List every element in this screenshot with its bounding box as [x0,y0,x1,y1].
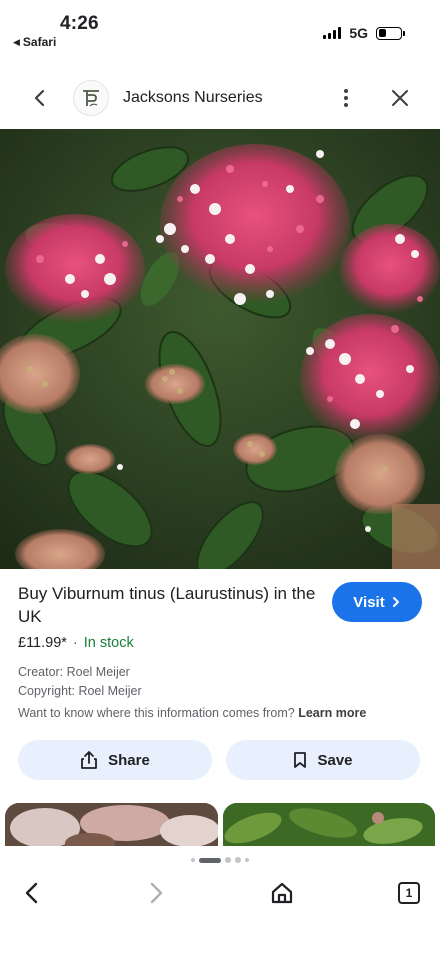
status-bar: 4:26 ◀ Safari 5G [0,0,440,56]
related-image-thumbnail[interactable] [5,803,218,846]
back-to-app[interactable]: ◀ Safari [13,35,56,49]
cellular-signal-icon [323,27,342,39]
price-row: £11.99* · In stock [18,635,134,651]
pager-dot [245,858,249,862]
more-vert-icon[interactable] [334,86,358,110]
share-icon [81,751,98,769]
tabs-button[interactable]: 1 [395,879,423,907]
pager-dot-active [199,857,221,863]
visit-button[interactable]: Visit [332,582,422,622]
chevron-left-icon[interactable] [28,86,52,110]
share-button[interactable]: Share [18,740,212,780]
pager-dot [235,857,241,863]
result-header: Jacksons Nurseries [0,74,440,124]
site-logo[interactable] [73,80,109,116]
browser-toolbar: 1 [0,872,440,914]
home-button[interactable] [268,879,296,907]
site-name[interactable]: Jacksons Nurseries [123,89,263,107]
home-icon [271,882,293,904]
bookmark-icon [294,752,307,768]
result-title[interactable]: Buy Viburnum tinus (Laurustinus) in the … [18,582,323,628]
site-logo-icon [83,90,99,107]
visit-label: Visit [353,593,385,611]
browser-forward-button[interactable] [142,879,170,907]
arrow-forward-icon [150,882,163,904]
pager-dot [225,857,231,863]
browser-back-button[interactable] [18,879,46,907]
status-time: 4:26 [60,13,99,34]
copyright-credit: Copyright: Roel Meijer [18,684,142,698]
price: £11.99* [18,635,67,651]
battery-icon [376,26,405,40]
info-question: Want to know where this information come… [18,706,295,720]
separator: · [72,635,78,651]
battery-level [378,29,386,37]
learn-more-link[interactable]: Learn more [298,706,366,720]
stock-status: In stock [83,635,134,651]
creator-credit: Creator: Roel Meijer [18,665,130,679]
status-indicators: 5G [323,25,405,41]
share-label: Share [108,751,150,769]
network-type: 5G [349,25,368,41]
save-button[interactable]: Save [226,740,420,780]
related-image-thumbnail[interactable] [223,803,435,846]
arrow-back-icon [25,882,38,904]
save-label: Save [317,751,353,769]
result-image[interactable] [0,129,440,569]
pager-dot [191,858,195,862]
info-source: Want to know where this information come… [18,706,366,720]
back-app-label: Safari [22,35,57,49]
chevron-right-icon [392,597,399,607]
carousel-pager [0,857,440,863]
close-icon[interactable] [388,86,412,110]
tab-count: 1 [398,882,420,904]
back-triangle-icon: ◀ [13,36,20,47]
